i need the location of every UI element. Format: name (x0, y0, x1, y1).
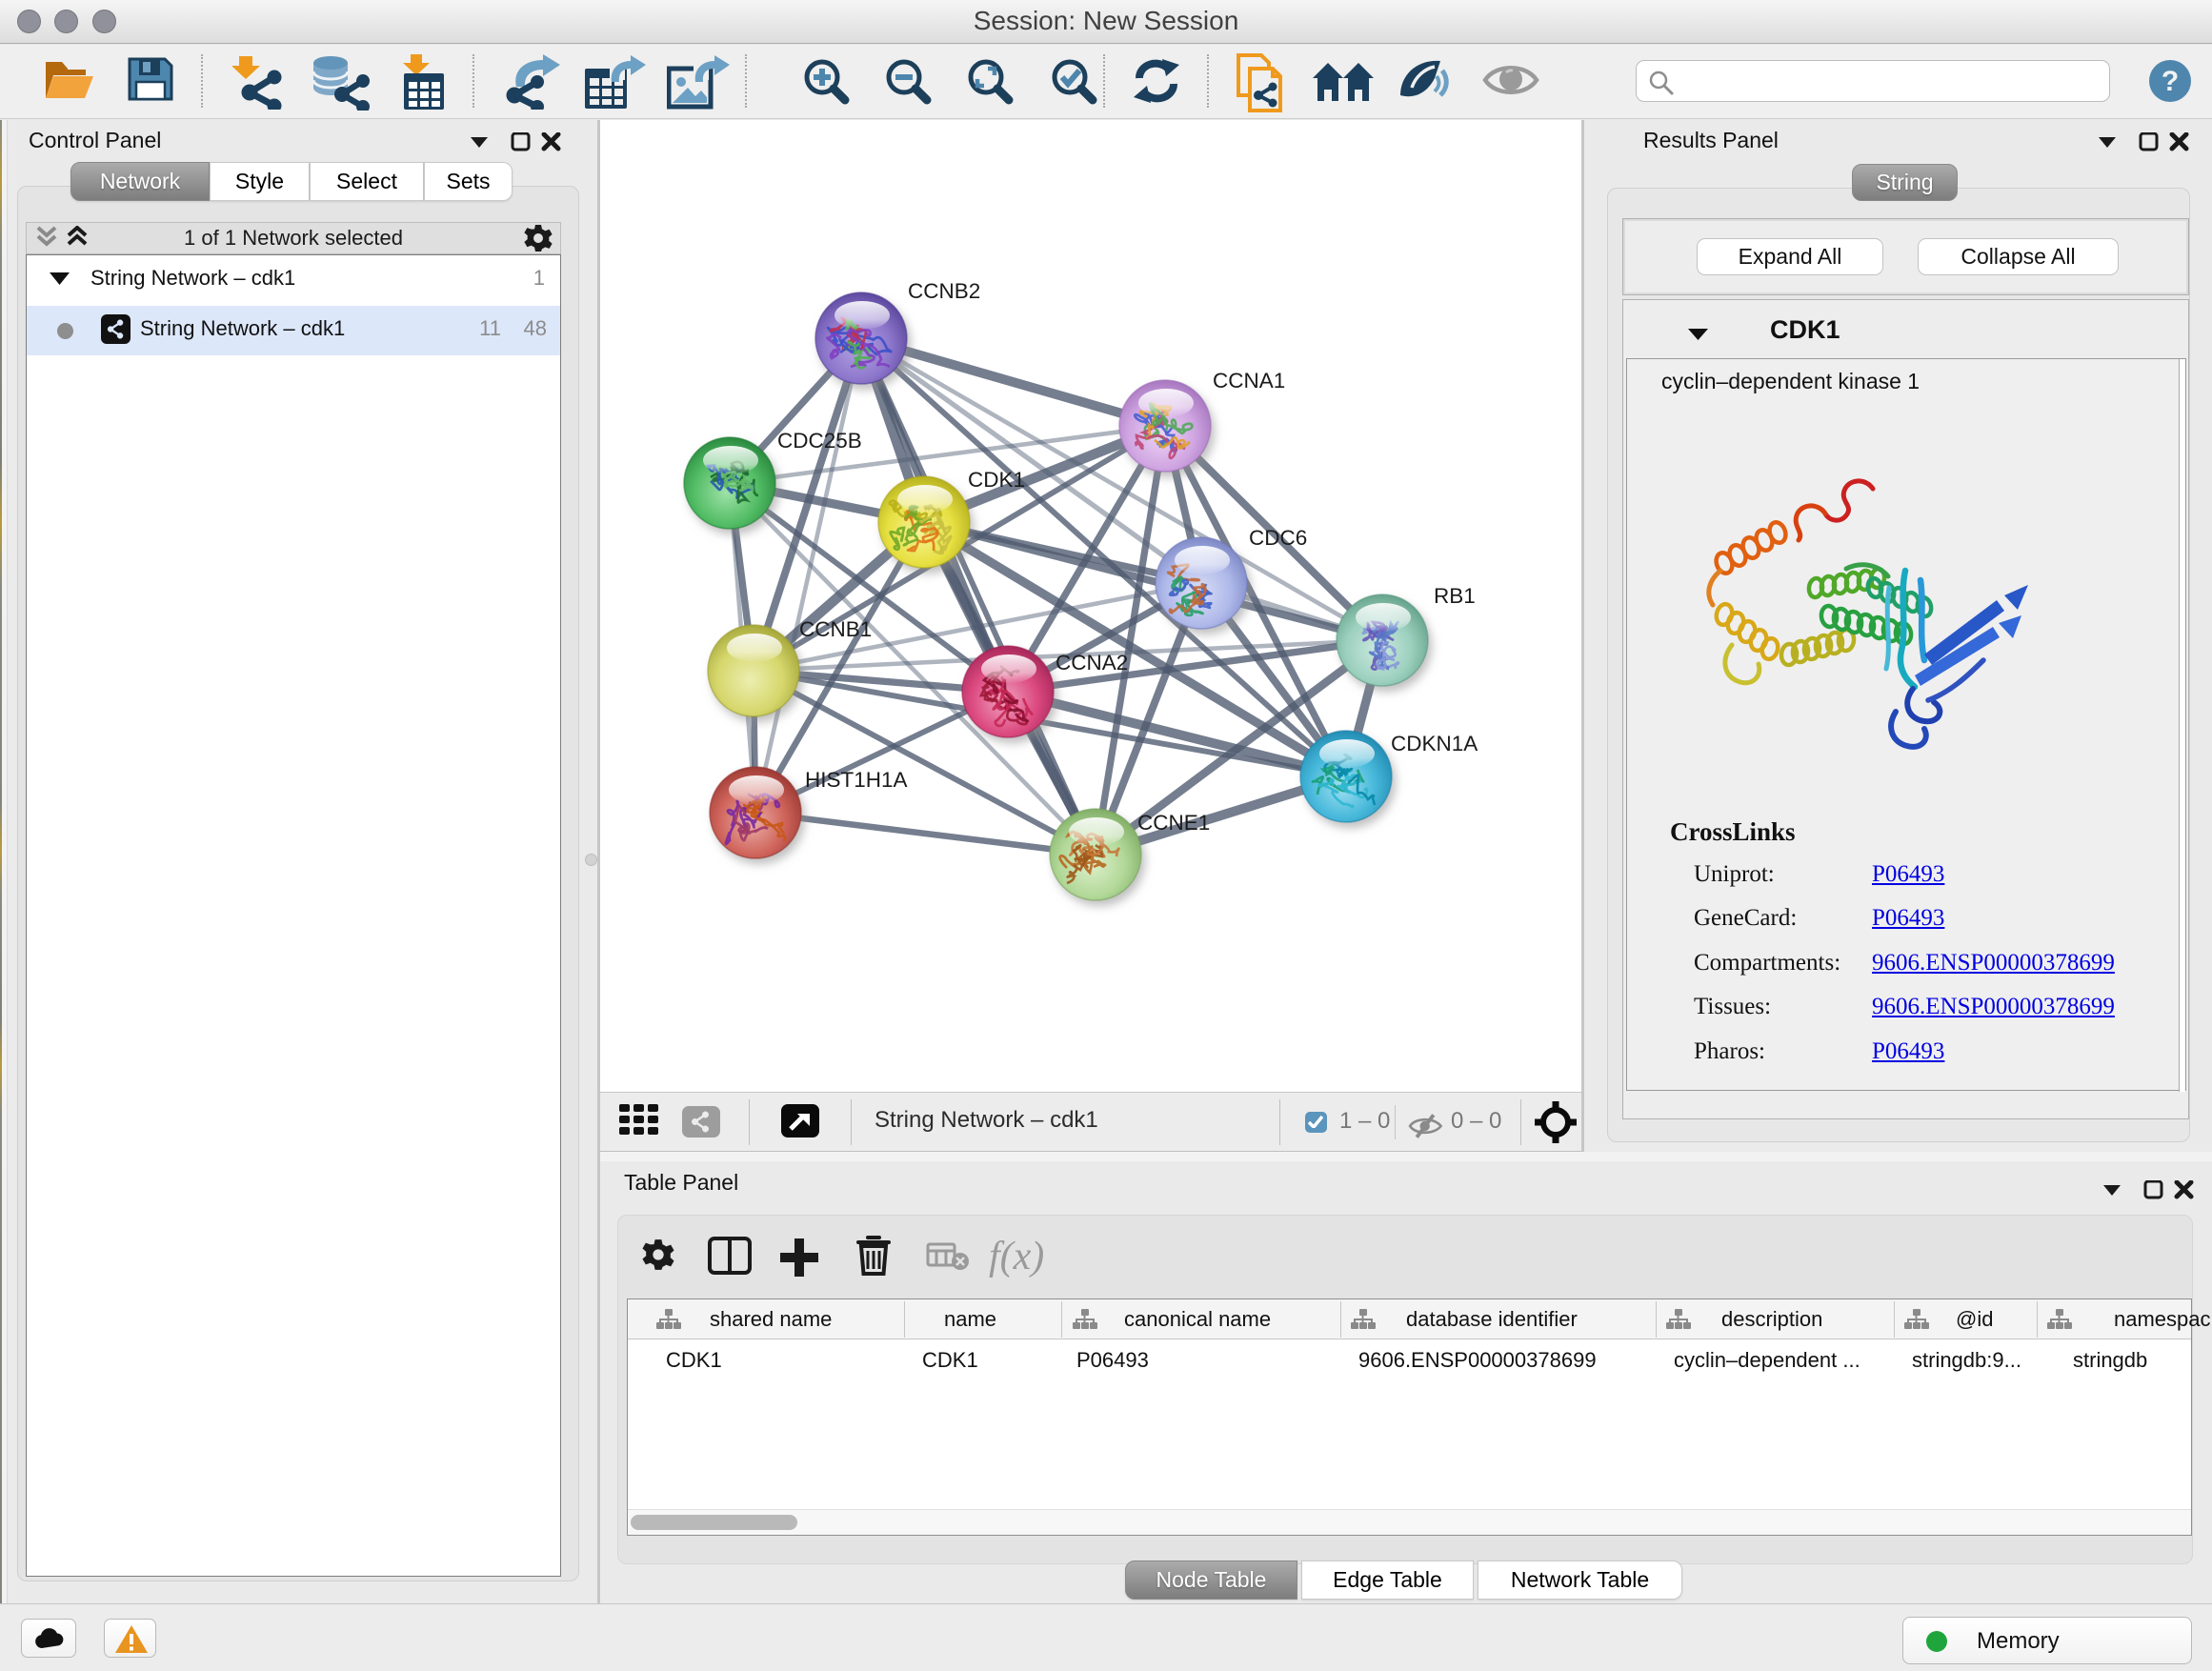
svg-text:CDC25B: CDC25B (777, 429, 862, 453)
svg-text:CCNA1: CCNA1 (1213, 369, 1285, 393)
svg-text:RB1: RB1 (1434, 584, 1476, 608)
svg-text:CCNA2: CCNA2 (1056, 651, 1128, 674)
svg-text:CCNB2: CCNB2 (908, 279, 980, 303)
svg-text:CCNB1: CCNB1 (799, 617, 872, 641)
svg-text:?: ? (2162, 66, 2179, 97)
svg-text:CDC6: CDC6 (1249, 526, 1307, 550)
svg-text:HIST1H1A: HIST1H1A (805, 768, 908, 792)
svg-text:CDKN1A: CDKN1A (1391, 732, 1478, 755)
svg-text:CCNE1: CCNE1 (1137, 811, 1210, 835)
svg-text:CDK1: CDK1 (968, 468, 1025, 492)
